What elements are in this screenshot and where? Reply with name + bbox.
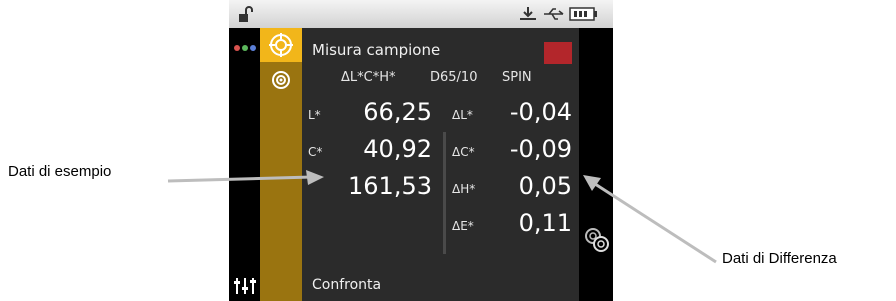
arrow-difference-data-head <box>583 175 601 191</box>
arrow-sample-data <box>167 175 313 183</box>
arrow-sample-data-head <box>306 170 324 185</box>
arrow-difference-data <box>591 180 717 264</box>
callout-arrows <box>167 170 717 264</box>
